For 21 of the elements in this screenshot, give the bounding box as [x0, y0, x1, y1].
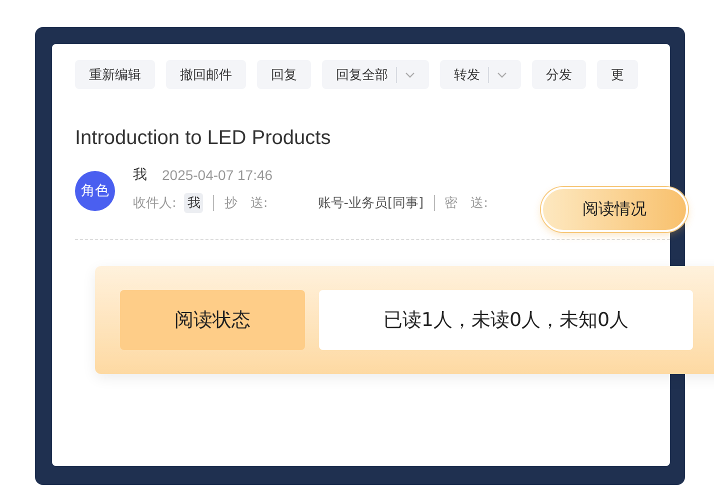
- toolbar-button[interactable]: 回复全部: [322, 60, 429, 89]
- bcc-label: 密 送:: [444, 195, 488, 212]
- toolbar-button[interactable]: 转发: [440, 60, 521, 89]
- read-status-label: 阅读状态: [120, 290, 305, 350]
- avatar: 角色: [75, 171, 115, 211]
- toolbar-button[interactable]: 撤回邮件: [166, 60, 246, 89]
- cc-label: 抄 送:: [224, 195, 268, 212]
- toolbar-button[interactable]: 分发: [532, 60, 586, 89]
- cc-recipient[interactable]: 账号-业务员[同事]: [318, 194, 424, 212]
- sender-name: 我: [133, 166, 147, 184]
- mail-date: 2025-04-07 17:46: [162, 167, 273, 183]
- caret-icon: [497, 72, 507, 78]
- toolbar-button[interactable]: 重新编辑: [75, 60, 155, 89]
- mail-subject: Introduction to LED Products: [75, 127, 332, 150]
- caret-icon: [405, 72, 415, 78]
- read-status-value: 已读1人，未读0人，未知0人: [319, 290, 693, 350]
- to-label: 收件人:: [133, 195, 176, 212]
- read-status-button[interactable]: 阅读情况: [541, 187, 688, 232]
- toolbar-button[interactable]: 更: [597, 60, 638, 89]
- toolbar-button[interactable]: 回复: [257, 60, 311, 89]
- recipient-chip[interactable]: 我: [184, 193, 204, 213]
